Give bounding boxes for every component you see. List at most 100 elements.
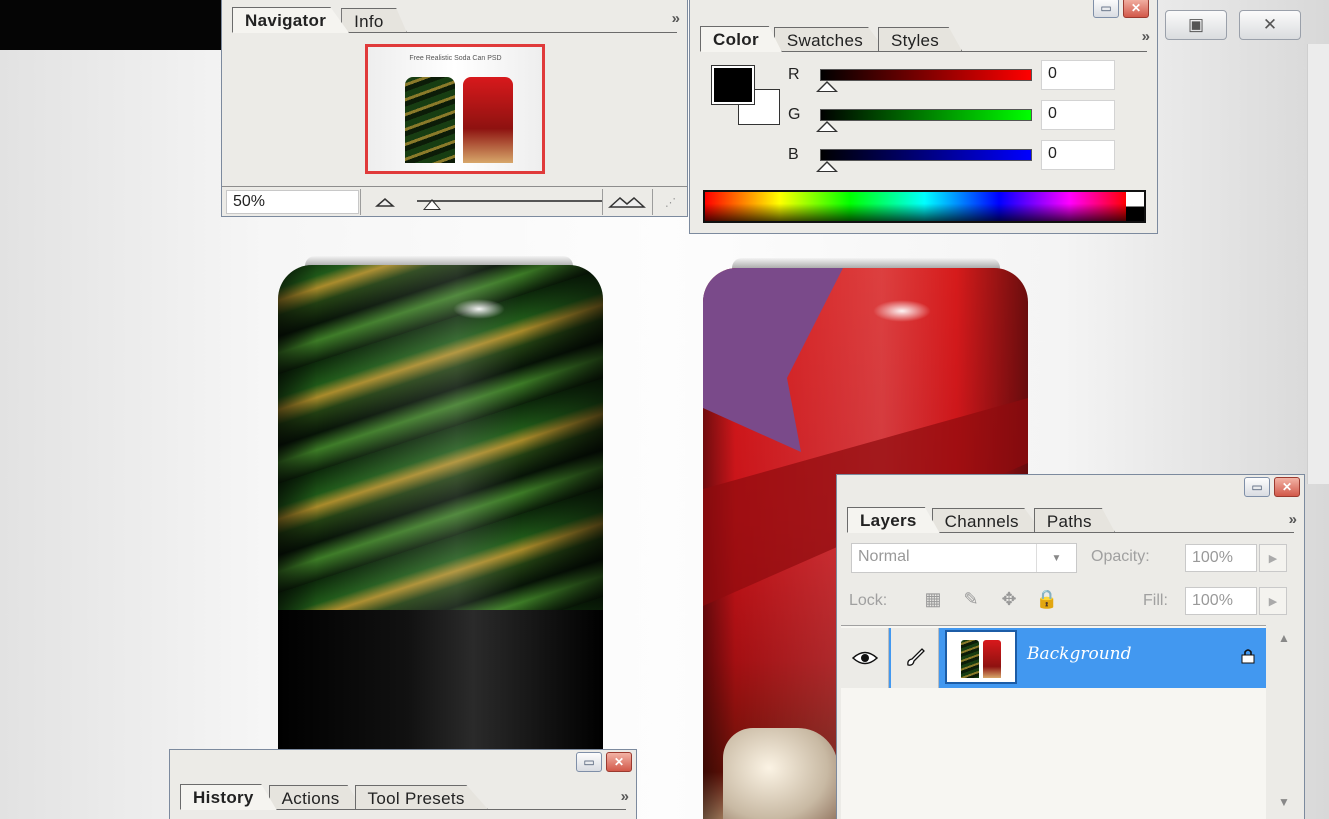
close-icon: ✕ — [613, 755, 625, 769]
zoom-slider[interactable] — [417, 191, 602, 213]
close-icon: ✕ — [1130, 1, 1142, 15]
tab-color[interactable]: Color — [700, 26, 782, 52]
navigator-thumbnail[interactable]: Free Realistic Soda Can PSD — [365, 44, 545, 174]
layers-palette-controls: ▭ ✕ — [1244, 477, 1300, 497]
layers-scrollbar[interactable]: ▲ ▼ — [1268, 625, 1304, 819]
red-channel-slider[interactable] — [820, 69, 1032, 81]
canvas-scrollbar[interactable] — [1307, 44, 1329, 484]
blend-mode-value: Normal — [858, 548, 910, 565]
green-channel-slider[interactable] — [820, 109, 1032, 121]
fill-arrow-icon[interactable]: ▶ — [1259, 587, 1287, 615]
minimize-icon: ▭ — [1100, 1, 1112, 15]
green-channel-knob[interactable] — [816, 121, 838, 132]
blue-value-field[interactable]: 0 — [1041, 140, 1115, 170]
tab-history[interactable]: History — [180, 784, 277, 810]
chevron-down-icon: ▼ — [1036, 544, 1076, 572]
blue-channel-slider[interactable] — [820, 149, 1032, 161]
close-window-button[interactable]: ✕ — [1239, 10, 1301, 40]
layer-link-toggle[interactable] — [891, 628, 939, 688]
color-tabs: Color Swatches Styles — [700, 26, 1147, 52]
tab-swatches[interactable]: Swatches — [773, 27, 886, 51]
fill-label: Fill: — [1143, 592, 1168, 609]
tab-tool-presets[interactable]: Tool Presets — [354, 785, 488, 809]
minimize-button[interactable]: ▭ — [1244, 477, 1270, 497]
red-can-highlight — [873, 300, 931, 322]
minimize-button[interactable]: ▭ — [576, 752, 602, 772]
opacity-label: Opacity: — [1091, 548, 1150, 565]
close-button[interactable]: ✕ — [1274, 477, 1300, 497]
scroll-down-icon[interactable]: ▼ — [1278, 795, 1290, 809]
palette-menu-icon[interactable]: » — [1142, 28, 1151, 45]
red-value-field[interactable]: 0 — [1041, 60, 1115, 90]
green-can-highlight — [453, 299, 505, 319]
zoom-out-button[interactable] — [360, 189, 408, 215]
thumbnail-caption: Free Realistic Soda Can PSD — [409, 55, 502, 62]
layer-thumbnail — [945, 630, 1017, 684]
tab-navigator[interactable]: Navigator — [232, 7, 350, 33]
scroll-up-icon[interactable]: ▲ — [1278, 631, 1290, 645]
layer-row-background[interactable]: Background — [841, 628, 1266, 688]
history-palette-controls: ▭ ✕ — [576, 752, 632, 772]
zoom-slider-knob[interactable] — [423, 199, 441, 210]
foreground-color-swatch[interactable] — [711, 65, 755, 105]
lock-label: Lock: — [849, 592, 888, 609]
layers-list: Background — [841, 625, 1266, 819]
color-spectrum-ramp[interactable] — [703, 190, 1146, 223]
navigator-tabs: Navigator Info — [232, 7, 677, 33]
blend-mode-select[interactable]: Normal ▼ — [851, 543, 1077, 573]
opacity-arrow-icon[interactable]: ▶ — [1259, 544, 1287, 572]
tab-channels[interactable]: Channels — [931, 508, 1042, 532]
close-button[interactable]: ✕ — [606, 752, 632, 772]
layers-tabs: Layers Channels Paths — [847, 507, 1294, 533]
tab-paths[interactable]: Paths — [1033, 508, 1115, 532]
layers-palette: ▭ ✕ Layers Channels Paths » Normal ▼ Opa… — [836, 474, 1305, 819]
lock-position-icon[interactable]: ✥ — [997, 589, 1021, 610]
tab-info[interactable]: Info — [341, 8, 407, 32]
green-value-field[interactable]: 0 — [1041, 100, 1115, 130]
lock-image-icon[interactable]: ✎ — [959, 589, 983, 610]
blue-channel-label: B — [788, 146, 799, 163]
tab-styles[interactable]: Styles — [878, 27, 963, 51]
minimize-icon: ▭ — [1251, 480, 1263, 494]
blue-channel-knob[interactable] — [816, 161, 838, 172]
zoom-level-field[interactable]: 50% — [226, 190, 359, 214]
zoom-out-icon — [374, 198, 395, 207]
color-palette-controls: ▭ ✕ — [1093, 0, 1149, 18]
red-can-ice-cube — [723, 728, 838, 819]
opacity-field[interactable]: 100% — [1185, 544, 1257, 572]
lock-transparency-icon[interactable]: ▦ — [921, 589, 945, 610]
palette-menu-icon[interactable]: » — [621, 788, 630, 805]
canvas-dark-region — [0, 0, 225, 50]
black-white-swatch[interactable] — [1126, 192, 1144, 221]
tab-layers[interactable]: Layers — [847, 507, 940, 533]
red-channel-label: R — [788, 66, 800, 83]
layer-name[interactable]: Background — [1027, 644, 1131, 664]
minimize-button[interactable]: ▭ — [1093, 0, 1119, 18]
thumbnail-green-can — [405, 77, 455, 163]
thumbnail-red-can — [983, 640, 1001, 678]
close-icon: ✕ — [1281, 480, 1293, 494]
thumbnail-red-can — [463, 77, 513, 163]
lock-all-icon[interactable]: 🔒 — [1035, 589, 1059, 610]
eye-icon — [851, 651, 878, 665]
fill-field[interactable]: 100% — [1185, 587, 1257, 615]
thumbnail-green-can — [961, 640, 979, 678]
palette-menu-icon[interactable]: » — [672, 10, 681, 27]
restore-icon: ▣ — [1187, 15, 1205, 34]
close-button[interactable]: ✕ — [1123, 0, 1149, 18]
zoom-slider-track — [417, 200, 602, 202]
resize-grip-icon[interactable]: ⋰ — [652, 189, 688, 215]
close-icon: ✕ — [1262, 15, 1278, 34]
layer-visibility-toggle[interactable] — [841, 628, 889, 688]
history-tabs: History Actions Tool Presets — [180, 784, 626, 810]
color-palette: ▭ ✕ Color Swatches Styles » R 0 G 0 B 0 — [689, 0, 1158, 234]
lock-options: ▦ ✎ ✥ 🔒 — [921, 589, 1059, 610]
navigator-zoom-bar: 50% ⋰ — [222, 186, 687, 216]
red-can-purple-shape — [703, 268, 843, 452]
tab-actions[interactable]: Actions — [268, 785, 363, 809]
zoom-in-button[interactable] — [602, 189, 650, 215]
app-window-controls: ▣ ✕ — [1165, 10, 1301, 40]
red-channel-knob[interactable] — [816, 81, 838, 92]
restore-window-button[interactable]: ▣ — [1165, 10, 1227, 40]
palette-menu-icon[interactable]: » — [1289, 511, 1298, 528]
